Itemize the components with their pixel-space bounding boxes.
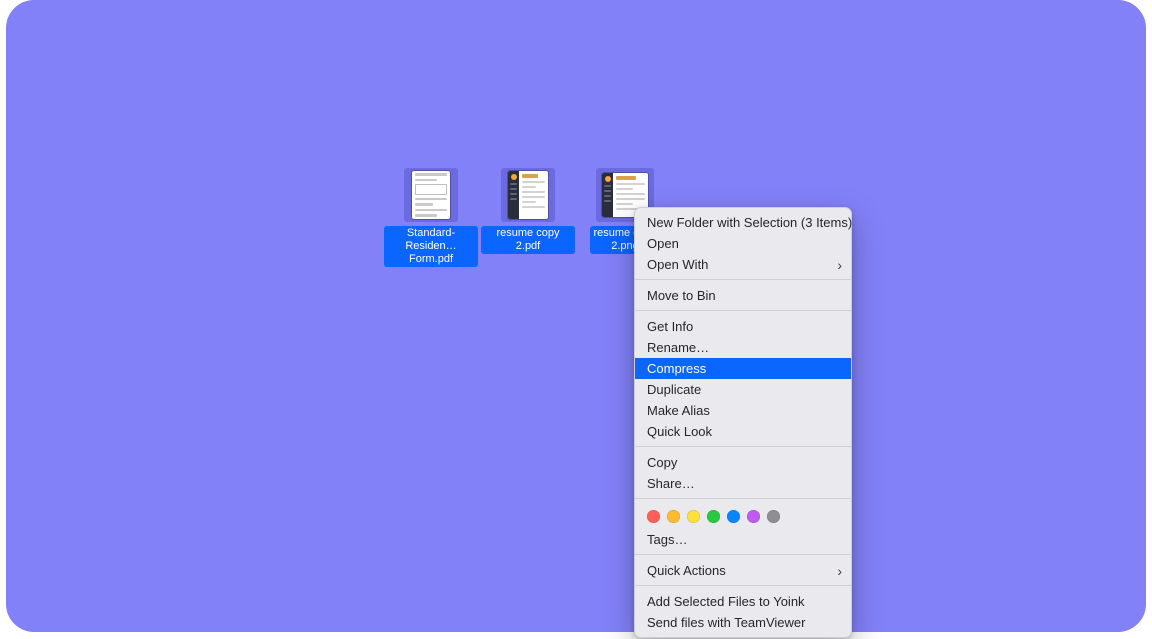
tag-color-green[interactable] (707, 510, 720, 523)
menu-new-folder-with-selection[interactable]: New Folder with Selection (3 Items) (635, 212, 851, 233)
menu-move-to-bin[interactable]: Move to Bin (635, 285, 851, 306)
menu-item-label: Quick Actions (647, 563, 726, 578)
file-label: Standard- Residen…Form.pdf (384, 226, 478, 267)
menu-make-alias[interactable]: Make Alias (635, 400, 851, 421)
desktop-area[interactable]: Standard- Residen…Form.pdf resume copy 2… (6, 0, 1146, 632)
file-thumbnail (501, 168, 555, 222)
tag-color-orange[interactable] (667, 510, 680, 523)
menu-copy[interactable]: Copy (635, 452, 851, 473)
menu-open[interactable]: Open (635, 233, 851, 254)
file-item-standard-form[interactable]: Standard- Residen…Form.pdf (384, 168, 478, 267)
tag-color-yellow[interactable] (687, 510, 700, 523)
menu-separator (635, 279, 851, 280)
context-menu: New Folder with Selection (3 Items) Open… (634, 207, 852, 638)
menu-send-teamviewer[interactable]: Send files with TeamViewer (635, 612, 851, 633)
tag-color-gray[interactable] (767, 510, 780, 523)
menu-add-to-yoink[interactable]: Add Selected Files to Yoink (635, 591, 851, 612)
file-item-resume-pdf[interactable]: resume copy 2.pdf (481, 168, 575, 254)
tag-color-blue[interactable] (727, 510, 740, 523)
menu-item-label: Open With (647, 257, 708, 272)
menu-tags[interactable]: Tags… (635, 529, 851, 550)
stage: Standard- Residen…Form.pdf resume copy 2… (0, 0, 1152, 639)
menu-share[interactable]: Share… (635, 473, 851, 494)
menu-separator (635, 498, 851, 499)
document-preview-icon (412, 171, 450, 219)
menu-get-info[interactable]: Get Info (635, 316, 851, 337)
menu-duplicate[interactable]: Duplicate (635, 379, 851, 400)
menu-separator (635, 310, 851, 311)
tag-color-red[interactable] (647, 510, 660, 523)
file-label: resume copy 2.pdf (481, 226, 575, 254)
menu-separator (635, 446, 851, 447)
chevron-right-icon: › (837, 564, 842, 578)
menu-separator (635, 585, 851, 586)
menu-open-with[interactable]: Open With › (635, 254, 851, 275)
file-thumbnail (404, 168, 458, 222)
menu-quick-actions[interactable]: Quick Actions › (635, 560, 851, 581)
tag-color-purple[interactable] (747, 510, 760, 523)
menu-quick-look[interactable]: Quick Look (635, 421, 851, 442)
menu-compress[interactable]: Compress (635, 358, 851, 379)
menu-rename[interactable]: Rename… (635, 337, 851, 358)
chevron-right-icon: › (837, 258, 842, 272)
tag-color-row (635, 504, 851, 529)
menu-separator (635, 554, 851, 555)
document-preview-icon (508, 171, 548, 219)
